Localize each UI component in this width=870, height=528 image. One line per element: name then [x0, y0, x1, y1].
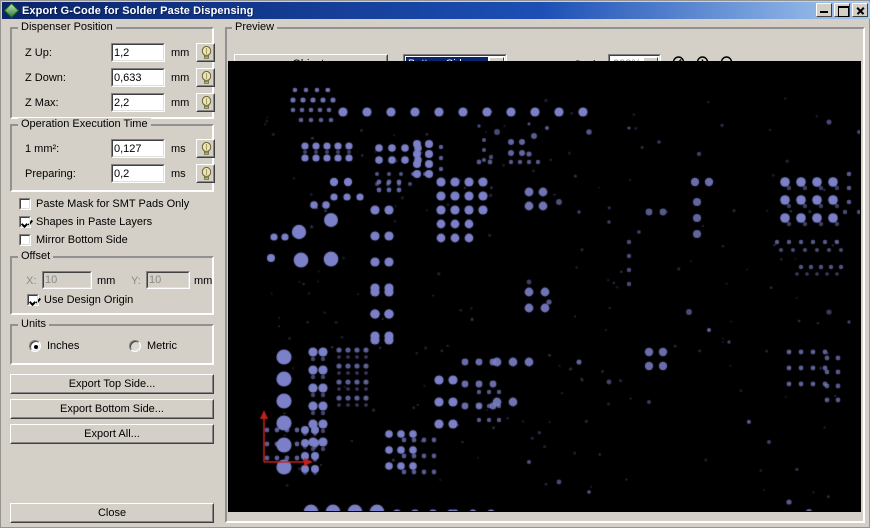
radio-metric[interactable]: Metric — [129, 340, 177, 352]
dispenser-position-legend: Dispenser Position — [18, 21, 116, 33]
lightbulb-icon[interactable] — [196, 43, 215, 62]
operation-execution-time-group: Operation Execution Time 1 mm²: ms Prepa… — [10, 118, 215, 192]
radio-button[interactable] — [129, 340, 141, 352]
preparing-input-field[interactable] — [114, 166, 162, 181]
window-controls — [816, 3, 868, 17]
preview-legend: Preview — [232, 21, 278, 33]
lightbulb-icon[interactable] — [196, 68, 215, 87]
offset-x-input[interactable] — [42, 271, 92, 289]
offset-y-input[interactable] — [146, 271, 190, 289]
z-up-unit: mm — [171, 47, 190, 59]
z-up-input-field[interactable] — [114, 45, 162, 60]
checkbox-box[interactable] — [19, 216, 31, 228]
radio-label: Inches — [47, 340, 80, 352]
z-down-label: Z Down: — [25, 72, 66, 84]
pcb-preview-canvas[interactable] — [228, 61, 861, 512]
radio-label: Metric — [147, 340, 177, 352]
close-button[interactable]: Close — [10, 503, 214, 523]
z-up-label: Z Up: — [25, 47, 52, 59]
maximize-icon[interactable] — [834, 3, 850, 17]
checkbox-box[interactable] — [19, 198, 31, 210]
z-up-input[interactable] — [111, 43, 165, 62]
checkbox-box[interactable] — [19, 234, 31, 246]
offset-y-unit: mm — [194, 275, 213, 287]
export-bottom-side-button[interactable]: Export Bottom Side... — [10, 399, 214, 419]
z-max-input[interactable] — [111, 93, 165, 112]
radio-inches[interactable]: Inches — [29, 340, 79, 352]
checkbox-box[interactable] — [27, 294, 39, 306]
operation-execution-time-legend: Operation Execution Time — [18, 118, 151, 130]
z-max-unit: mm — [171, 97, 190, 109]
offset-group: Offset X: mm Y: mm Use Design Origin — [10, 250, 214, 315]
button-label: Export Top Side... — [68, 378, 156, 390]
diamond-app-icon — [3, 2, 20, 19]
offset-x-input-field[interactable] — [45, 273, 89, 287]
units-legend: Units — [18, 318, 50, 330]
units-group: Units Inches Metric — [10, 318, 214, 365]
checkbox-shapes-in-paste-layers[interactable]: Shapes in Paste Layers — [19, 216, 152, 228]
dialog-window: Export G-Code for Solder Paste Dispensin… — [0, 0, 870, 528]
offset-x-unit: mm — [97, 275, 116, 287]
preparing-unit: ms — [171, 168, 186, 180]
offset-legend: Offset — [18, 250, 54, 262]
export-top-side-button[interactable]: Export Top Side... — [10, 374, 214, 394]
checkbox-mirror-bottom-side[interactable]: Mirror Bottom Side — [19, 234, 128, 246]
checkbox-paste-mask-smt[interactable]: Paste Mask for SMT Pads Only — [19, 198, 189, 210]
offset-y-input-field[interactable] — [149, 273, 187, 287]
checkbox-label: Shapes in Paste Layers — [36, 216, 153, 228]
one-mm2-label: 1 mm²: — [25, 143, 60, 155]
offset-x-label: X: — [26, 275, 37, 287]
checkbox-label: Mirror Bottom Side — [36, 234, 128, 246]
z-down-unit: mm — [171, 72, 190, 84]
button-label: Export All... — [84, 428, 140, 440]
one-mm2-input[interactable] — [111, 139, 165, 158]
z-down-input-field[interactable] — [114, 70, 162, 85]
button-label: Export Bottom Side... — [60, 403, 164, 415]
lightbulb-icon[interactable] — [196, 93, 215, 112]
window-title: Export G-Code for Solder Paste Dispensin… — [22, 4, 254, 17]
export-all-button[interactable]: Export All... — [10, 424, 214, 444]
lightbulb-icon[interactable] — [196, 139, 215, 158]
preview-panel: Preview Objects Bottom Side Scale: 238% — [225, 21, 867, 525]
pcb-pad-render[interactable] — [229, 62, 860, 511]
checkbox-use-design-origin[interactable]: Use Design Origin — [27, 294, 133, 306]
dispenser-position-group: Dispenser Position Z Up: mm Z Down: mm — [10, 21, 215, 119]
checkbox-label: Paste Mask for SMT Pads Only — [36, 198, 190, 210]
preparing-input[interactable] — [111, 164, 165, 183]
z-max-label: Z Max: — [25, 97, 59, 109]
z-max-input-field[interactable] — [114, 95, 162, 110]
settings-panel: Dispenser Position Z Up: mm Z Down: mm — [5, 21, 218, 525]
offset-y-label: Y: — [131, 275, 141, 287]
minimize-icon[interactable] — [816, 3, 832, 17]
lightbulb-icon[interactable] — [196, 164, 215, 183]
preparing-label: Preparing: — [25, 168, 76, 180]
z-down-input[interactable] — [111, 68, 165, 87]
close-icon[interactable] — [852, 3, 868, 17]
title-bar: Export G-Code for Solder Paste Dispensin… — [2, 2, 870, 19]
checkbox-label: Use Design Origin — [44, 294, 134, 306]
button-label: Close — [97, 507, 127, 519]
one-mm2-unit: ms — [171, 143, 186, 155]
one-mm2-input-field[interactable] — [114, 141, 162, 156]
radio-button[interactable] — [29, 340, 41, 352]
